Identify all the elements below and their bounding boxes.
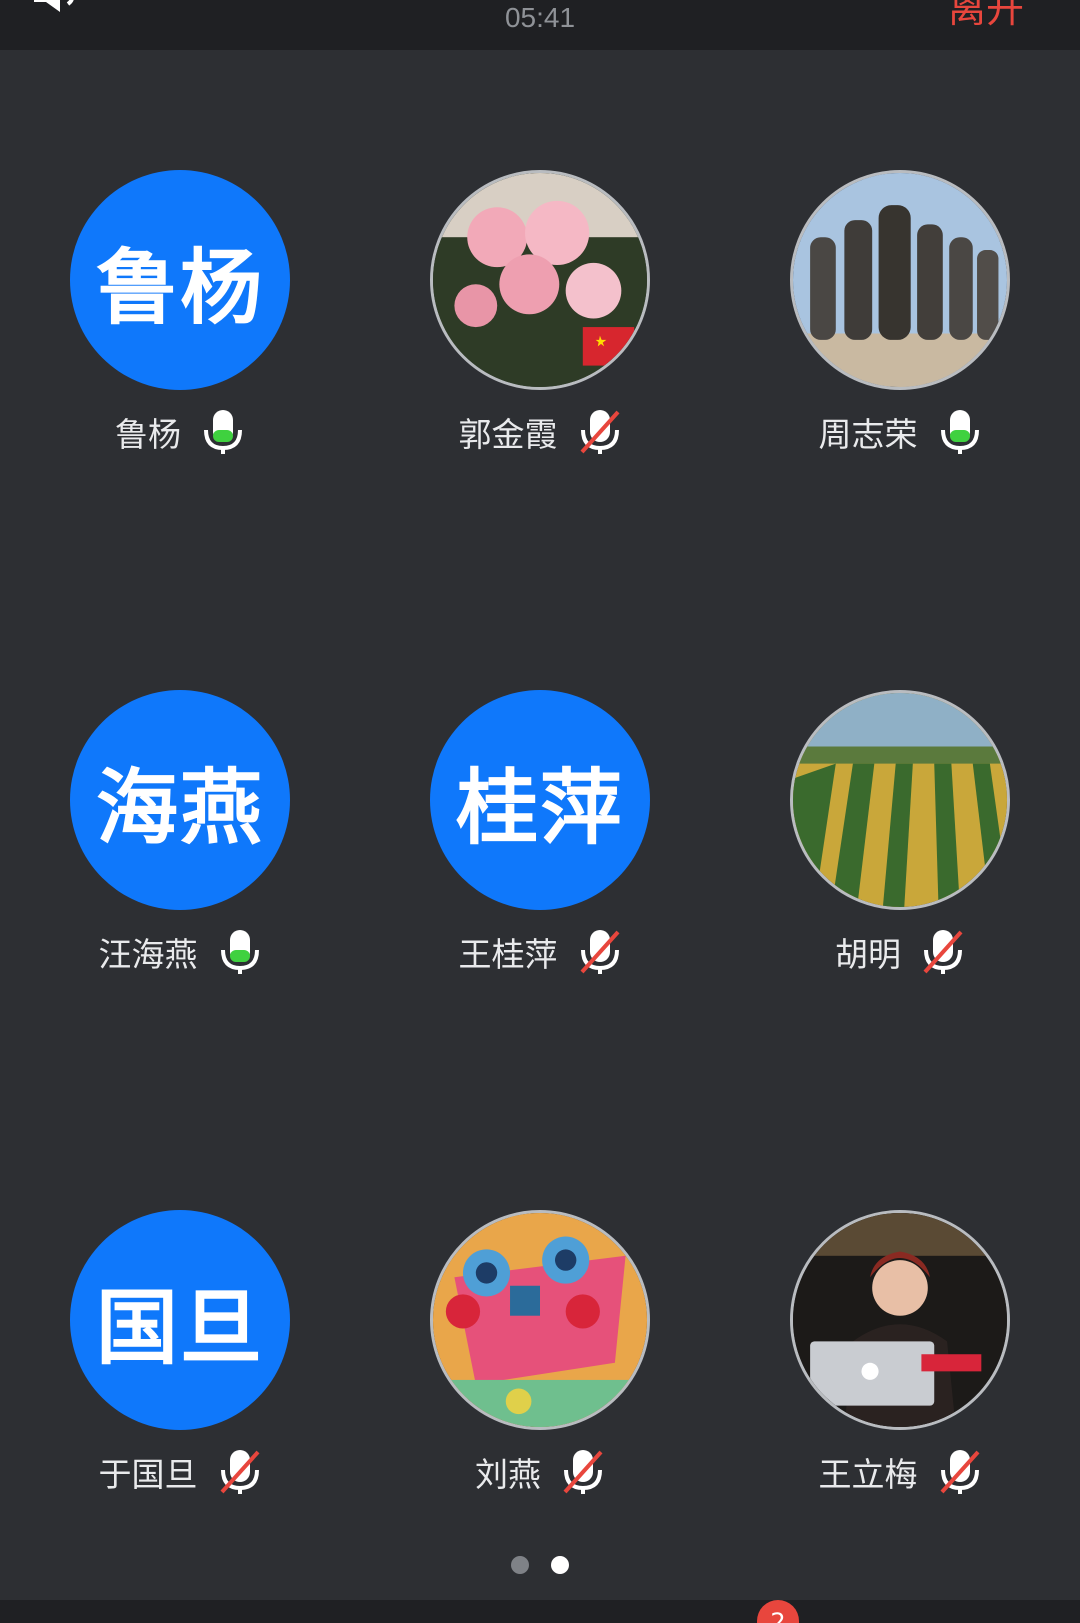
- bottom-toolbar: [0, 1600, 1080, 1623]
- avatar: [790, 170, 1010, 390]
- participant-tile[interactable]: 周志荣: [720, 170, 1080, 500]
- avatar-image: [433, 1213, 647, 1427]
- page-dot[interactable]: [511, 1556, 529, 1574]
- participant-tile[interactable]: 海燕 汪海燕: [0, 690, 360, 1020]
- mic-muted-icon: [580, 930, 619, 974]
- avatar: 国旦: [70, 1210, 290, 1430]
- mic-muted-icon: [220, 1450, 259, 1494]
- mic-muted-icon: [940, 1450, 979, 1494]
- participant-name: 周志荣: [818, 415, 918, 454]
- participant-tile[interactable]: 桂萍 王桂萍: [360, 690, 720, 1020]
- avatar-initials: 桂萍: [455, 760, 624, 856]
- participant-tile[interactable]: 王立梅: [720, 1210, 1080, 1540]
- avatar: 桂萍: [430, 690, 650, 910]
- participant-tile[interactable]: 胡明: [720, 690, 1080, 1020]
- participant-tile[interactable]: 鲁杨 鲁杨: [0, 170, 360, 500]
- participant-tile[interactable]: 刘燕: [360, 1210, 720, 1540]
- avatar: 海燕: [70, 690, 290, 910]
- participant-name: 王桂萍: [458, 935, 558, 974]
- avatar: [430, 1210, 650, 1430]
- mic-active-icon: [220, 930, 259, 974]
- avatar-initials: 海燕: [95, 760, 264, 856]
- participant-grid: 鲁杨 鲁杨 郭金霞 周志荣 海燕 汪海燕 桂萍 王桂萍 胡明 国旦 于国旦 刘燕…: [0, 0, 1080, 1580]
- avatar-initials: 国旦: [95, 1280, 264, 1376]
- avatar-image: [793, 1213, 1007, 1427]
- participant-name: 汪海燕: [98, 935, 198, 974]
- avatar-image: [433, 173, 647, 387]
- avatar: 鲁杨: [70, 170, 290, 390]
- participant-name: 于国旦: [98, 1455, 198, 1494]
- mic-muted-icon: [563, 1450, 603, 1494]
- avatar: [790, 1210, 1010, 1430]
- mic-active-icon: [940, 410, 979, 454]
- participant-tile[interactable]: 国旦 于国旦: [0, 1210, 360, 1540]
- mic-muted-icon: [923, 930, 963, 974]
- participant-tile[interactable]: 郭金霞: [360, 170, 720, 500]
- avatar-initials: 鲁杨: [95, 240, 264, 336]
- page-dot-active[interactable]: [551, 1556, 569, 1574]
- participant-name: 鲁杨: [115, 415, 181, 454]
- avatar-image: [793, 173, 1007, 387]
- avatar: [790, 690, 1010, 910]
- participant-name: 王立梅: [818, 1455, 918, 1494]
- participant-name: 胡明: [835, 935, 901, 974]
- mic-muted-icon: [580, 410, 619, 454]
- page-indicator: [0, 1556, 1080, 1574]
- participant-name: 郭金霞: [458, 415, 558, 454]
- avatar: [430, 170, 650, 390]
- avatar-image: [793, 693, 1007, 907]
- mic-active-icon: [204, 410, 242, 454]
- participant-name: 刘燕: [475, 1455, 541, 1494]
